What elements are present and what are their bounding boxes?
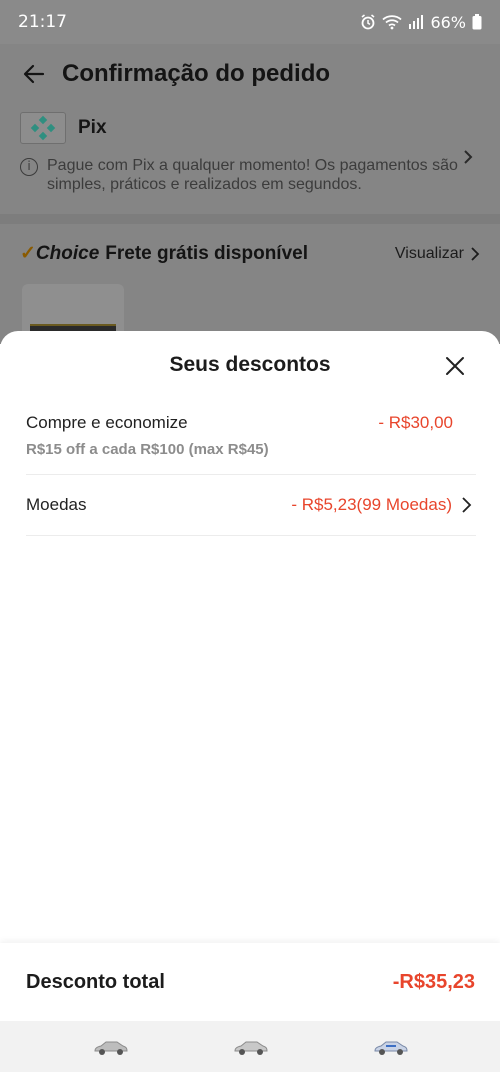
discount-detail: R$15 off a cada R$100 (max R$45) [26, 441, 269, 458]
payment-method-row[interactable]: Pix [20, 112, 480, 144]
car-icon [94, 1041, 128, 1055]
bottom-bar [0, 1021, 500, 1072]
battery-icon [472, 14, 482, 30]
payment-method-name: Pix [78, 117, 107, 138]
page-header: Confirmação do pedido [0, 44, 500, 104]
background-page: Confirmação do pedido Pix i Pague com Pi… [0, 44, 500, 344]
discount-value: - R$30,00 [378, 413, 453, 432]
shipping-text: Frete grátis disponível [105, 242, 309, 264]
discount-row-compre: Compre e economize R$15 off a cada R$100… [26, 413, 476, 475]
total-label: Desconto total [26, 970, 165, 993]
battery-percent: 66% [430, 12, 466, 32]
chevron-right-icon[interactable] [462, 148, 474, 166]
status-time: 21:17 [18, 12, 67, 32]
status-icons: 66% [360, 13, 482, 32]
payment-note-text: Pague com Pix a qualquer momento! Os pag… [47, 157, 458, 193]
choice-check-icon: ✓ [20, 243, 36, 264]
choice-brand: Choice [35, 242, 100, 264]
visualize-link[interactable]: Visualizar [395, 245, 480, 263]
status-bar: 21:17 66% [0, 0, 500, 44]
info-icon: i [20, 158, 38, 176]
pix-icon [20, 112, 66, 144]
shipping-row: ✓ Choice Frete grátis disponível Visuali… [20, 242, 480, 265]
total-discount-bar: Desconto total -R$35,23 [0, 943, 500, 1021]
car-icon [374, 1041, 408, 1055]
discount-row-moedas[interactable]: Moedas - R$5,23(99 Moedas) [26, 481, 476, 536]
payment-note: i Pague com Pix a qualquer momento! Os p… [20, 156, 460, 194]
visualize-label: Visualizar [394, 244, 464, 262]
chevron-right-icon [471, 246, 480, 261]
alarm-icon [361, 14, 375, 30]
close-icon[interactable] [444, 355, 466, 377]
chevron-right-icon [462, 497, 472, 513]
page-title: Confirmação do pedido [62, 60, 331, 87]
total-value: -R$35,23 [392, 970, 475, 993]
wifi-icon [382, 15, 403, 30]
section-divider [0, 214, 500, 224]
car-icon [234, 1041, 268, 1055]
sheet-title: Seus descontos [169, 353, 331, 376]
signal-icon [409, 15, 424, 29]
discounts-sheet: Seus descontos Compre e economize R$15 o… [0, 331, 500, 1072]
back-arrow-icon[interactable] [22, 62, 46, 86]
discount-value: - R$5,23(99 Moedas) [291, 495, 452, 514]
discount-label: Moedas [26, 495, 87, 514]
